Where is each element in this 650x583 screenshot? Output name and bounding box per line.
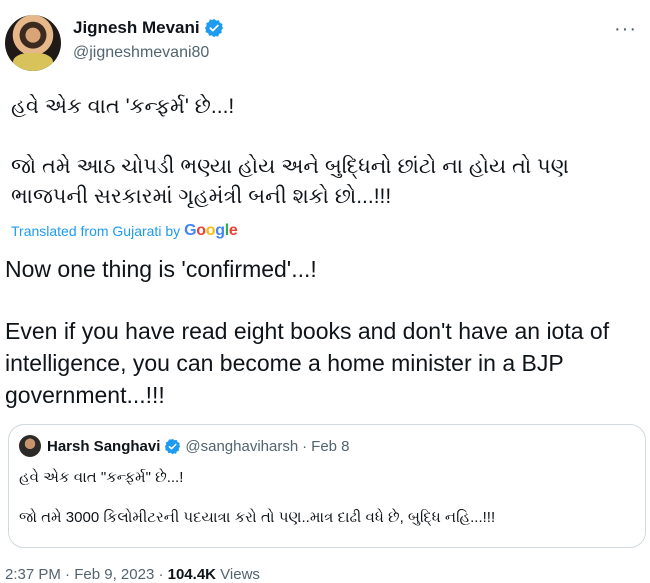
tweet-original-text: હવે એક વાત 'કન્ફર્મ' છે...! જો તમે આઠ ચો… bbox=[11, 92, 641, 212]
tweet-gujarati-line-1: હવે એક વાત 'કન્ફર્મ' છે...! bbox=[11, 95, 235, 118]
quoted-date: Feb 8 bbox=[311, 437, 350, 455]
translated-from-label: Translated from Gujarati by bbox=[11, 223, 181, 239]
quoted-tweet-text: હવે એક વાત "કન્ફર્મ" છે...! જો તમે 3000 … bbox=[19, 467, 629, 529]
quoted-author-name: Harsh Sanghavi bbox=[47, 437, 161, 455]
quoted-line-2: જો તમે 3000 કિલોમીટરની પદયાત્રા કરો તો પ… bbox=[19, 509, 496, 526]
author-avatar[interactable] bbox=[5, 15, 61, 71]
quoted-separator: · bbox=[302, 437, 308, 455]
tweet-english-line-2: Even if you have read eight books and do… bbox=[5, 318, 610, 408]
quoted-author-handle: @sanghaviharsh bbox=[185, 437, 299, 455]
quoted-author-avatar bbox=[19, 435, 41, 457]
google-logo: Google bbox=[184, 222, 238, 239]
views-count: 104.4K bbox=[167, 566, 216, 583]
quoted-line-1: હવે એક વાત "કન્ફર્મ" છે...! bbox=[19, 469, 184, 486]
quoted-tweet-header: Harsh Sanghavi @sanghaviharsh · Feb 8 bbox=[19, 435, 350, 457]
tweet-translated-text: Now one thing is 'confirmed'...! Even if… bbox=[5, 253, 645, 411]
tweet-meta: 2:37 PM · Feb 9, 2023 · 104.4K Views bbox=[5, 566, 260, 583]
verified-badge-icon bbox=[204, 18, 223, 38]
author-handle[interactable]: @jigneshmevani80 bbox=[73, 44, 209, 62]
author-name-row: Jignesh Mevani bbox=[73, 18, 224, 38]
tweet-english-line-1: Now one thing is 'confirmed'...! bbox=[5, 256, 317, 282]
translated-from-link[interactable]: Translated from Gujarati by Google bbox=[11, 222, 238, 240]
tweet-date[interactable]: Feb 9, 2023 bbox=[74, 566, 154, 583]
verified-badge-icon bbox=[165, 438, 181, 454]
meta-separator: · bbox=[65, 566, 71, 583]
more-horizontal-icon[interactable]: ··· bbox=[614, 18, 637, 41]
tweet-time[interactable]: 2:37 PM bbox=[5, 566, 61, 583]
tweet-header: Jignesh Mevani @jigneshmevani80 ··· bbox=[5, 12, 645, 74]
quoted-tweet-card[interactable]: Harsh Sanghavi @sanghaviharsh · Feb 8 હવ… bbox=[8, 424, 646, 548]
meta-separator: · bbox=[158, 566, 164, 583]
author-name[interactable]: Jignesh Mevani bbox=[73, 18, 200, 38]
tweet-gujarati-line-2: જો તમે આઠ ચોપડી ભણ્યા હોય અને બુદ્ધિનો છ… bbox=[11, 155, 569, 208]
views-label: Views bbox=[220, 566, 260, 583]
